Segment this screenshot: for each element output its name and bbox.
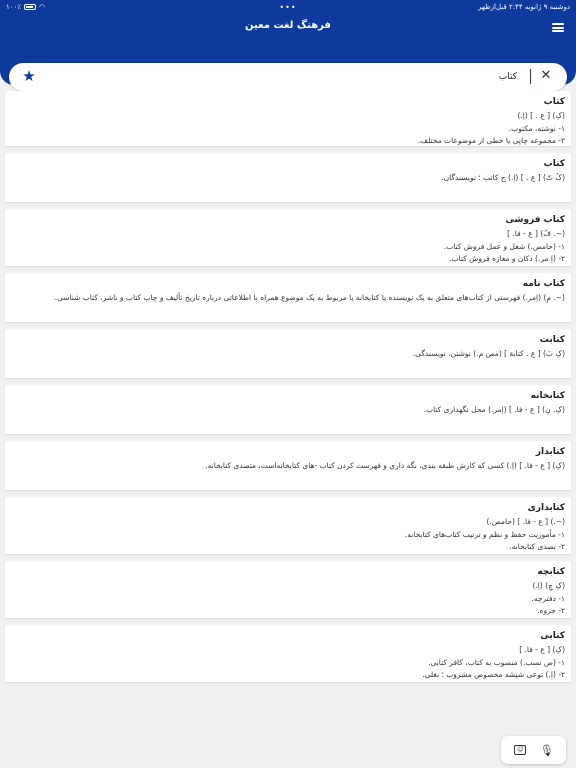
emoji-keyboard-icon[interactable]: ☺ — [511, 741, 529, 759]
result-title: کتابت — [539, 335, 565, 345]
menu-icon-line — [552, 23, 564, 25]
app-header: فرهنگ لغت معین ★ ✕ — [0, 14, 576, 91]
result-definition-line: (کِ. نِ) [ ع - فا. ] (اِمر.) محل نگهداری… — [423, 405, 565, 414]
result-card[interactable]: کتابخانه (کِ. نِ) [ ع - فا. ] (اِمر.) محل… — [5, 385, 571, 434]
status-date-time: دوشنبه ۹ ژانویه ۲:۴۴ قبل‌ازظهر — [477, 3, 570, 11]
status-bar: ۱۰۰٪ ◠ ••• دوشنبه ۹ ژانویه ۲:۴۴ قبل‌ازظه… — [0, 0, 576, 14]
result-definition-line: (کِ) [ ع . ] (اِ.) — [517, 111, 565, 120]
result-definition-line: ۲- (اِ.) نوعی شیشه مخصوص مشروب ؛ بغلی. — [422, 670, 565, 679]
result-definition-line: (کِ) [ ع - فا. ] — [519, 645, 565, 654]
search-input[interactable] — [45, 69, 517, 85]
keyboard-toolbar: ☺ 🎙 — [501, 736, 566, 764]
result-definition-line: ۲- مجموعه چاپی یا خطی از موضوعات مختلف. — [417, 136, 565, 145]
result-definition-line: (~.) [ ع - فا. ] (حامص.) — [486, 517, 565, 526]
wifi-icon: ◠ — [39, 3, 46, 11]
results-list: کتاب (کِ) [ ع . ] (اِ.) ۱- نوشته، مکتوب. ۲-… — [5, 91, 571, 689]
result-definition-line: (کِ چِ) (اِ.) — [532, 581, 566, 590]
result-definition-line: ۱- (حامص.) شغل و عمل فروش کتاب. — [443, 241, 565, 251]
result-card[interactable]: کتابچه (کِ چِ) (اِ.) ۱- دفترچه. ۲- جزوه. — [5, 561, 571, 618]
result-title: کتابخانه — [530, 391, 565, 401]
menu-icon-line — [552, 30, 564, 32]
result-title: کتابدار — [535, 447, 565, 457]
microphone-icon[interactable]: 🎙 — [538, 741, 556, 759]
result-title: کتابداری — [527, 503, 565, 513]
result-definition-line: ۱- دفترچه. — [531, 593, 566, 603]
result-definition-line: (کُ تّ) [ ع . ] (اِ.) ج کاتب ؛ نویسندگان… — [441, 173, 565, 182]
result-definition-line: ۱- نوشته، مکتوب. — [508, 123, 565, 133]
battery-icon — [24, 4, 37, 10]
star-icon[interactable]: ★ — [21, 68, 37, 84]
menu-icon-line — [552, 26, 564, 29]
result-definition-line: ۲- جزوه. — [537, 606, 565, 615]
result-definition-line: ۱- (ص نسب.) منسوب به کتاب، کافر کتابی. — [428, 657, 565, 667]
result-definition-line: ۲- (اِ مر.) دکان و مغازه فروش کتاب. — [449, 254, 565, 263]
result-title: کتاب — [543, 97, 565, 107]
result-title: کتابچه — [537, 567, 565, 577]
result-card[interactable]: کتاب (کُ تّ) [ ع . ] (اِ.) ج کاتب ؛ نویسن… — [5, 153, 571, 202]
page-title: فرهنگ لغت معین — [245, 20, 331, 31]
result-title: کتابی — [540, 631, 565, 641]
result-definition-line: (کِ) [ ع - فا. ] (اِ.) کسی که کارش طبقه … — [205, 461, 565, 470]
result-title: کتاب — [543, 159, 565, 169]
text-caret — [530, 69, 531, 84]
multitasking-dots[interactable]: ••• — [279, 3, 296, 12]
close-icon[interactable]: ✕ — [539, 69, 553, 83]
result-card[interactable]: کتابدار (کِ) [ ع - فا. ] (اِ.) کسی که کار… — [5, 441, 571, 490]
result-definition-line: (کِ بَ) [ ع . کتابة ] (مص م.) نوشتن، نوی… — [412, 349, 565, 358]
status-left: ۱۰۰٪ ◠ — [6, 3, 45, 11]
result-card[interactable]: کتابی (کِ) [ ع - فا. ] ۱- (ص نسب.) منسوب ب… — [5, 625, 571, 682]
result-card[interactable]: کتاب (کِ) [ ع . ] (اِ.) ۱- نوشته، مکتوب. ۲-… — [5, 91, 571, 146]
battery-percent: ۱۰۰٪ — [6, 3, 22, 11]
result-card[interactable]: کتابت (کِ بَ) [ ع . کتابة ] (مص م.) نوشتن… — [5, 329, 571, 378]
result-card[interactable]: کتاب فروشی (~. فُ) [ ع - فا. ] ۱- (حامص.) … — [5, 209, 571, 266]
menu-icon[interactable] — [552, 23, 564, 32]
result-definition-line: ۲- تصدی کتابخانه. — [509, 542, 565, 551]
result-definition-line: (~. مِ) (اِمر.) فهرستی از کتاب‌های متعلق… — [54, 293, 565, 302]
result-definition-line: ۱- مأموریت حفظ و نظم و ترتیب کتاب‌های کت… — [404, 529, 565, 539]
result-card[interactable]: کتاب نامه (~. مِ) (اِمر.) فهرستی از کتاب‌… — [5, 273, 571, 322]
result-title: کتاب نامه — [522, 279, 565, 289]
result-title: کتاب فروشی — [505, 215, 565, 225]
result-definition-line: (~. فُ) [ ع - فا. ] — [507, 229, 565, 238]
search-bar: ★ ✕ — [9, 63, 567, 91]
result-card[interactable]: کتابداری (~.) [ ع - فا. ] (حامص.) ۱- مأمور… — [5, 497, 571, 554]
